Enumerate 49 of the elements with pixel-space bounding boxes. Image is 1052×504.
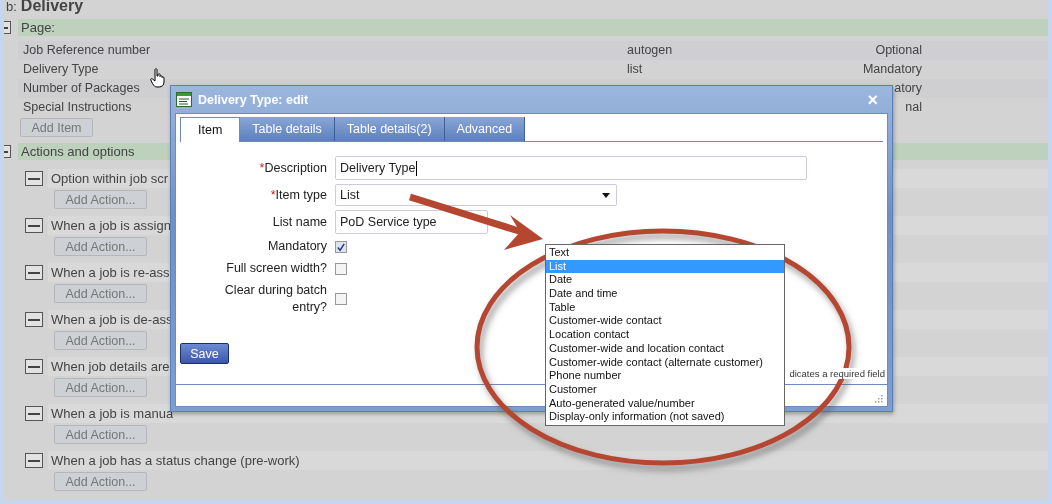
dropdown-option[interactable]: Customer-wide contact (alternate customer) [546,355,784,370]
collapse-icon[interactable] [25,265,43,280]
checkbox[interactable] [335,241,347,253]
collapse-icon[interactable] [4,21,11,34]
tab[interactable]: Item [180,117,241,142]
field-label: List name [272,213,327,231]
collapse-icon[interactable] [25,218,43,233]
field-requirement: Mandatory [862,62,922,76]
field-row[interactable]: Job Reference number autogen Optional [18,41,1048,60]
field-label: Full screen width? [226,260,327,277]
hand-cursor-icon [150,68,166,88]
dropdown-option[interactable]: Customer [546,382,784,397]
checkbox[interactable] [335,293,347,305]
dialog-title: Delivery Type: edit [198,92,309,107]
collapse-icon[interactable] [25,359,43,374]
dropdown-option[interactable]: Location contact [546,328,784,342]
text-field[interactable]: Delivery Type [335,156,807,180]
dropdown-arrow-icon[interactable] [602,192,610,198]
save-button[interactable]: Save [180,343,229,364]
dropdown-option[interactable]: Text [546,246,784,260]
field-name: Delivery Type [23,62,99,76]
select-field[interactable]: List [335,184,617,206]
required-note: dicates a required field [789,368,885,379]
collapse-icon[interactable] [25,406,43,421]
field-requirement: Optional [875,43,922,57]
field-name: Number of Packages [23,81,140,95]
checkbox[interactable] [335,263,347,275]
field-label: *Item type [270,186,327,204]
dropdown-option[interactable]: Date and time [546,287,784,301]
field-requirement: atory [894,81,922,95]
dropdown-option[interactable]: Customer-wide and location contact [546,341,784,356]
section-header: Page: [18,19,1048,36]
action-label: When a job has a status change (pre-work) [48,451,1048,470]
page-heading: Delivery [20,0,84,15]
window-icon [176,92,192,107]
dropdown-option[interactable]: Display-only information (not saved) [546,410,784,424]
resize-grip-icon[interactable] [874,394,883,403]
field-label: Mandatory [267,238,327,255]
dropdown-option[interactable]: Customer-wide contact [546,314,784,329]
field-name: Job Reference number [23,43,151,57]
collapse-icon[interactable] [4,145,11,158]
field-type: autogen [627,43,673,57]
field-row[interactable]: Delivery Type list Mandatory [18,60,1048,79]
heading-prefix: b: [6,0,17,14]
collapse-icon[interactable] [25,312,43,327]
collapse-icon[interactable] [25,453,43,468]
text-field[interactable]: PoD Service type [335,210,488,234]
field-type: list [627,62,643,76]
collapse-icon[interactable] [25,171,43,186]
